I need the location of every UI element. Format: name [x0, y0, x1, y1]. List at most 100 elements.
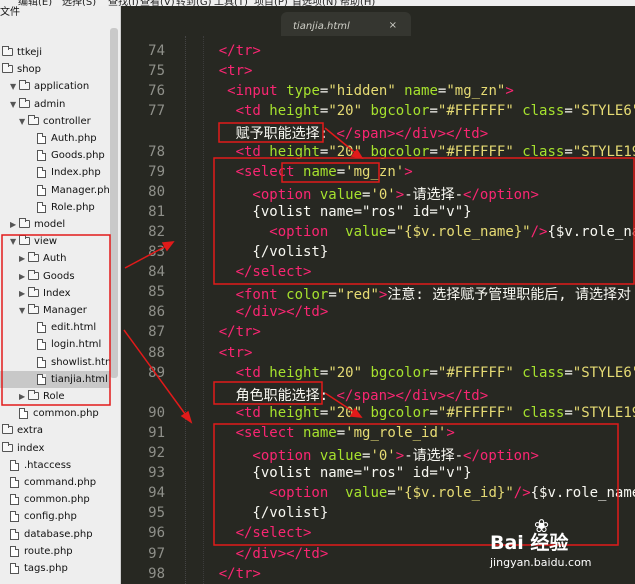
- file-icon: [37, 339, 46, 351]
- sidebar-item[interactable]: ▼ controller: [0, 113, 110, 130]
- code-line[interactable]: <input type="hidden" name="mg_zn">: [185, 83, 514, 99]
- sidebar-item-label: shop: [17, 64, 42, 76]
- code-line[interactable]: <option value='0'>-请选择-</option>: [185, 184, 538, 204]
- sidebar-item[interactable]: Index.php: [0, 164, 110, 181]
- chevron-down-icon[interactable]: ▼: [10, 78, 16, 95]
- folder-icon: [2, 424, 13, 435]
- code-line[interactable]: <td height="20" bgcolor="#FFFFFF" class=…: [185, 365, 635, 381]
- sidebar-item[interactable]: ▶ model: [0, 216, 110, 233]
- code-token: <select: [185, 424, 304, 441]
- code-line[interactable]: {/volist}: [185, 244, 328, 260]
- code-token: "#FFFFFF": [437, 364, 514, 381]
- code-line[interactable]: </div></td>: [185, 546, 329, 562]
- sidebar-item[interactable]: Manager.php: [0, 182, 116, 199]
- chevron-right-icon[interactable]: ▶: [19, 285, 25, 302]
- code-line[interactable]: <option value="{$v.role_name}"/>{$v.role…: [185, 224, 635, 240]
- sidebar-item[interactable]: config.php: [0, 508, 110, 525]
- chevron-right-icon[interactable]: ▶: [10, 216, 16, 233]
- code-token: >: [395, 186, 405, 203]
- code-line[interactable]: </select>: [185, 525, 312, 541]
- code-line[interactable]: <option value='0'>-请选择-</option>: [185, 445, 539, 465]
- code-line[interactable]: <select name='mg_zn'>: [185, 164, 413, 180]
- code-token: height: [269, 404, 320, 421]
- chevron-right-icon[interactable]: ▶: [19, 268, 25, 285]
- sidebar-item-label: controller: [43, 115, 91, 127]
- code-token: "{$v.role_id}": [395, 485, 514, 502]
- chevron-right-icon[interactable]: ▶: [19, 250, 25, 267]
- sidebar-item[interactable]: ▶ Index: [0, 285, 110, 302]
- file-icon: [37, 133, 46, 144]
- sidebar-item[interactable]: database.php: [0, 526, 110, 543]
- sidebar-item[interactable]: index: [0, 440, 110, 457]
- sidebar-item[interactable]: .htaccess: [0, 457, 110, 474]
- sidebar-item-label: showlist.html: [51, 356, 118, 368]
- sidebar-item[interactable]: tianjia.html: [0, 370, 110, 388]
- sidebar-item[interactable]: route.php: [0, 543, 110, 560]
- code-token: "STYLE6": [572, 364, 635, 381]
- sidebar-item[interactable]: tags.php: [0, 560, 110, 577]
- code-line[interactable]: <tr>: [185, 345, 253, 361]
- file-icon: [19, 408, 28, 420]
- sidebar-item[interactable]: Role.php: [0, 199, 110, 216]
- code-line[interactable]: </tr>: [185, 43, 261, 59]
- sidebar-item[interactable]: ▼ Manager: [0, 302, 110, 319]
- code-token: =: [564, 143, 573, 160]
- code-token: {/volist}: [185, 505, 329, 522]
- line-number: 92: [148, 445, 165, 461]
- sidebar-item[interactable]: showlist.html: [0, 354, 118, 371]
- code-editor[interactable]: 74 </tr> 75 <tr> 76 <input type="hidden" n…: [121, 36, 635, 584]
- line-number: 96: [148, 525, 165, 542]
- code-token: <option: [185, 186, 320, 203]
- sidebar-item[interactable]: extra: [0, 422, 110, 439]
- code-line[interactable]: <td height="20" bgcolor="#FFFFFF" class=…: [185, 103, 635, 119]
- sidebar-item[interactable]: ▶ Auth: [0, 250, 110, 267]
- close-icon[interactable]: ×: [389, 20, 397, 31]
- code-line[interactable]: {/volist}: [185, 505, 328, 521]
- sidebar-item[interactable]: login.html: [0, 336, 110, 353]
- code-line[interactable]: </tr>: [185, 324, 261, 340]
- sidebar-item[interactable]: ▶ Goods: [0, 268, 110, 285]
- sidebar-item[interactable]: ttkeji: [0, 44, 110, 61]
- code-line[interactable]: <select name='mg_role_id'>: [185, 425, 455, 441]
- code-token: </option>: [463, 448, 539, 464]
- sidebar-item[interactable]: ▶ Role: [0, 388, 110, 405]
- code-line[interactable]: </tr>: [185, 566, 261, 582]
- code-line[interactable]: {volist name="ros" id="v"}: [185, 465, 471, 481]
- code-line[interactable]: <td height="20" bgcolor="#FFFFFF" class=…: [185, 144, 635, 160]
- code-line[interactable]: <font color="red">注意: 选择赋予管理职能后, 请选择对: [185, 284, 632, 304]
- code-line[interactable]: </select>: [185, 264, 312, 281]
- sidebar-item[interactable]: command.php: [0, 474, 110, 491]
- file-sidebar: 文件 ttkeji shop ▼ application ▼ admin ▼ controlle…: [0, 6, 121, 584]
- chevron-right-icon[interactable]: ▶: [19, 388, 25, 405]
- chevron-down-icon[interactable]: ▼: [19, 302, 25, 319]
- code-token: value: [345, 223, 388, 240]
- code-line[interactable]: 角色职能选择: </span></div></td>: [185, 385, 489, 405]
- code-line[interactable]: <td height="20" bgcolor="#FFFFFF" class=…: [185, 405, 635, 421]
- sidebar-item[interactable]: edit.html: [0, 319, 110, 336]
- code-line[interactable]: <tr>: [185, 63, 253, 79]
- chevron-down-icon[interactable]: ▼: [10, 96, 16, 113]
- sidebar-item[interactable]: Goods.php: [0, 147, 110, 164]
- sidebar-item[interactable]: common.php: [0, 405, 110, 422]
- code-token: "STYLE19": [572, 143, 635, 160]
- code-token: </span></div></td>: [336, 387, 489, 404]
- sidebar-item[interactable]: Auth.php: [0, 130, 110, 147]
- chevron-down-icon[interactable]: ▼: [19, 113, 25, 130]
- code-line[interactable]: <option value="{$v.role_id}"/>{$v.role_n…: [185, 485, 635, 501]
- code-token: =: [564, 404, 573, 421]
- sidebar-item[interactable]: ▼ application: [0, 78, 110, 95]
- chevron-down-icon[interactable]: ▼: [10, 233, 16, 250]
- sidebar-item[interactable]: ▼ view: [0, 233, 110, 250]
- code-line[interactable]: </div></td>: [185, 304, 329, 320]
- sidebar-scrollbar[interactable]: [110, 28, 118, 378]
- line-number: 84: [148, 264, 165, 281]
- file-icon: [37, 322, 46, 334]
- code-line[interactable]: 赋予职能选择: </span></div></td>: [185, 123, 489, 143]
- sidebar-item[interactable]: shop: [0, 61, 110, 78]
- sidebar-item[interactable]: common.php: [0, 491, 110, 508]
- code-token: value: [319, 186, 363, 203]
- code-line[interactable]: {volist name="ros" id="v"}: [185, 204, 471, 220]
- code-token: </select>: [185, 264, 312, 281]
- sidebar-item[interactable]: ▼ admin: [0, 96, 110, 113]
- code-token: {$v.role_name}: [530, 485, 635, 502]
